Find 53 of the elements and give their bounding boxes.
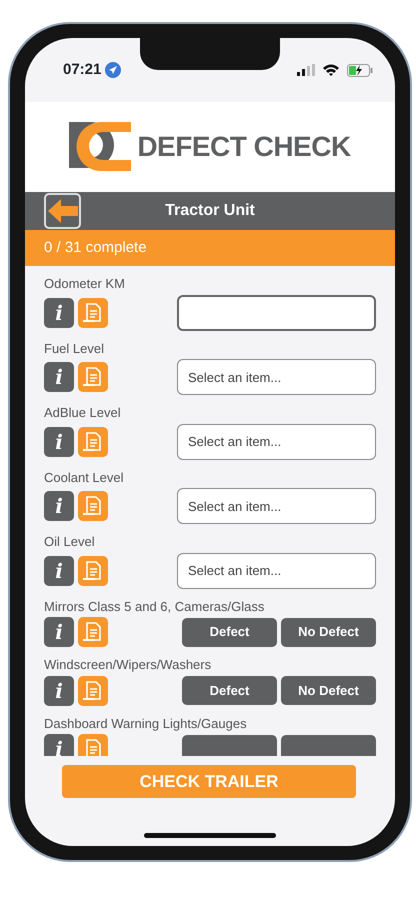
notes-button[interactable] <box>78 676 108 706</box>
select-field[interactable]: Select an item... <box>177 552 376 588</box>
no-defect-button[interactable]: No Defect <box>281 676 376 705</box>
defect-button[interactable]: Defect <box>182 676 277 705</box>
info-button[interactable]: i <box>44 362 74 392</box>
item-label: Mirrors Class 5 and 6, Cameras/Glass <box>44 598 266 616</box>
notes-button[interactable] <box>78 556 108 586</box>
select-field[interactable]: Select an item... <box>177 424 376 460</box>
signal-icon <box>297 64 315 76</box>
defect-button[interactable] <box>182 734 277 756</box>
info-button[interactable]: i <box>44 556 74 586</box>
notes-button[interactable] <box>78 617 108 647</box>
select-field[interactable]: Select an item... <box>177 488 376 524</box>
item-label: Oil Level <box>44 533 96 551</box>
no-defect-button[interactable] <box>281 734 376 756</box>
note-icon <box>82 366 104 388</box>
number-field[interactable] <box>177 294 376 330</box>
screen-title: Tractor Unit <box>165 201 255 221</box>
info-button[interactable]: i <box>44 491 74 521</box>
logo-text: DEFECT CHECK <box>137 130 351 164</box>
back-button[interactable] <box>44 193 81 229</box>
item-label: Coolant Level <box>44 468 124 486</box>
back-arrow-icon <box>48 199 78 223</box>
status-time: 07:21 <box>63 60 102 80</box>
note-icon <box>82 302 104 324</box>
info-button[interactable]: i <box>44 426 74 456</box>
notes-button[interactable] <box>78 298 108 328</box>
note-icon <box>82 430 104 452</box>
no-defect-button[interactable]: No Defect <box>281 618 376 646</box>
notes-button[interactable] <box>78 734 108 756</box>
note-icon <box>82 621 104 643</box>
info-button[interactable]: i <box>44 617 74 647</box>
item-label: AdBlue Level <box>44 404 122 422</box>
location-icon <box>105 62 122 78</box>
note-icon <box>82 680 104 702</box>
item-label: Fuel Level <box>44 340 105 358</box>
info-button[interactable]: i <box>44 734 74 756</box>
item-label: Windscreen/Wipers/Washers <box>44 656 212 674</box>
info-button[interactable]: i <box>44 298 74 328</box>
select-field[interactable]: Select an item... <box>177 359 376 395</box>
battery-icon <box>347 64 373 76</box>
wifi-icon <box>323 64 339 76</box>
note-icon <box>82 495 104 517</box>
defect-button[interactable]: Defect <box>182 618 277 646</box>
notes-button[interactable] <box>78 426 108 456</box>
item-label: Odometer KM <box>44 275 126 293</box>
notes-button[interactable] <box>78 362 108 392</box>
notes-button[interactable] <box>78 491 108 521</box>
info-button[interactable]: i <box>44 676 74 706</box>
note-icon <box>82 560 104 582</box>
logo-mark-icon <box>69 122 132 172</box>
item-label: Dashboard Warning Lights/Gauges <box>44 714 248 733</box>
progress-text: 0 / 31 complete <box>25 230 395 266</box>
